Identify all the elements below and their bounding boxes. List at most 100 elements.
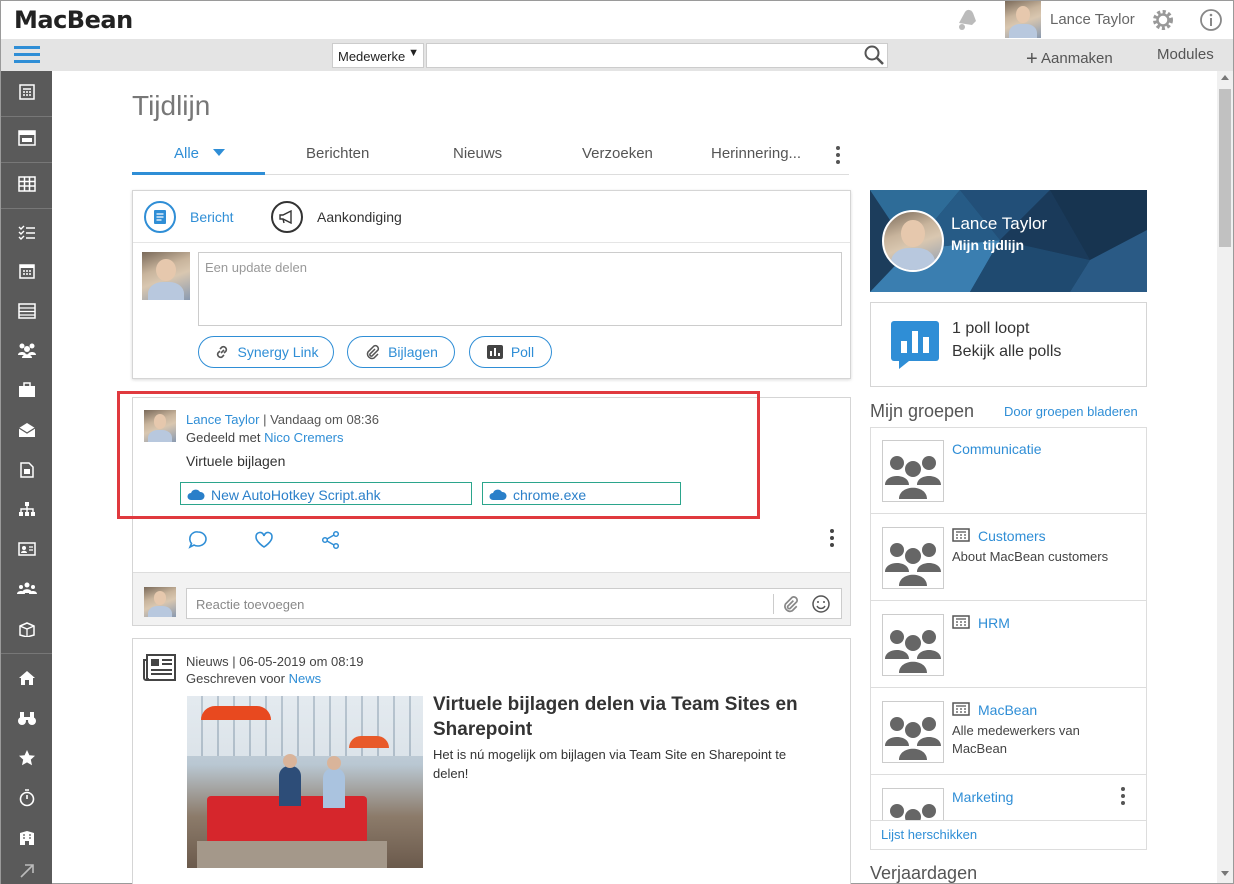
rail-list-icon[interactable]	[1, 294, 52, 328]
rail-tasks-icon[interactable]	[1, 215, 52, 249]
rail-grid-icon[interactable]	[1, 167, 52, 201]
group-item[interactable]: Customers About MacBean customers	[870, 514, 1147, 601]
rail-calendar-icon[interactable]	[1, 254, 52, 288]
profile-subtitle: Mijn tijdlijn	[951, 237, 1025, 253]
more-tabs-icon[interactable]	[836, 146, 842, 164]
synergy-link-label: Synergy Link	[237, 344, 319, 360]
group-name[interactable]: Communicatie	[952, 441, 1041, 457]
newspaper-icon	[143, 654, 176, 681]
rail-box-icon[interactable]	[1, 612, 52, 646]
highlight-box	[117, 391, 760, 519]
info-icon[interactable]	[1199, 8, 1223, 32]
scroll-down-arrow-icon[interactable]	[1221, 871, 1229, 876]
news-written-for: Geschreven voor News	[186, 671, 321, 686]
group-name[interactable]: MacBean	[978, 702, 1037, 718]
news-body: Het is nú mogelijk om bijlagen via Team …	[433, 747, 787, 781]
group-more-icon[interactable]	[1121, 787, 1127, 805]
modules-button[interactable]: Modules	[1157, 46, 1214, 63]
comment-area: Reactie toevoegen	[133, 572, 850, 625]
plus-icon: +	[1026, 48, 1038, 70]
app-logo[interactable]: MacBean	[14, 6, 133, 34]
notification-bell-icon[interactable]	[955, 9, 979, 31]
group-description: About MacBean customers	[952, 549, 1109, 564]
groups-reorder-bar: Lijst herschikken	[871, 820, 1146, 849]
tab-news[interactable]: Nieuws	[453, 145, 502, 162]
comment-avatar	[144, 587, 176, 617]
rail-dashboard-icon[interactable]	[1, 121, 52, 155]
reorder-groups-link[interactable]: Lijst herschikken	[881, 827, 977, 842]
tab-all[interactable]: Alle	[174, 145, 226, 162]
profile-banner[interactable]: Lance Taylor Mijn tijdlijn	[870, 190, 1147, 292]
share-icon[interactable]	[321, 530, 341, 550]
update-placeholder: Een update delen	[205, 260, 307, 275]
timeline-tabs: Alle Berichten Nieuws Verzoeken Herinner…	[132, 139, 849, 175]
news-meta: Nieuws | 06-05-2019 om 08:19	[186, 654, 364, 669]
rail-briefcase-icon[interactable]	[1, 373, 52, 407]
search-input[interactable]	[426, 43, 888, 68]
user-avatar[interactable]	[1005, 1, 1041, 38]
news-card: Nieuws | 06-05-2019 om 08:19 Geschreven …	[132, 638, 851, 884]
create-button[interactable]: + Aanmaken	[1026, 46, 1113, 70]
browse-groups-link[interactable]: Door groepen bladeren	[1004, 404, 1138, 419]
group-item[interactable]: Marketing	[870, 775, 1147, 820]
search-scope-value: Medewerke	[338, 49, 406, 64]
group-name[interactable]: Marketing	[952, 789, 1013, 805]
tab-reminders[interactable]: Herinnering...	[711, 145, 801, 162]
group-item[interactable]: MacBean Alle medewerkers van MacBean	[870, 688, 1147, 775]
rail-expand-arrow-icon[interactable]	[1, 854, 52, 884]
emoji-smiley-icon[interactable]	[811, 594, 831, 614]
rail-calculator-icon[interactable]	[1, 75, 52, 109]
left-rail	[1, 71, 52, 884]
rail-star-icon[interactable]	[1, 741, 52, 775]
rail-building-icon[interactable]	[1, 821, 52, 855]
polls-line2[interactable]: Bekijk alle polls	[952, 343, 1061, 361]
post-more-icon[interactable]	[830, 529, 836, 547]
update-textarea[interactable]: Een update delen	[198, 252, 842, 326]
group-description: Alle medewerkers van MacBean	[952, 723, 1080, 756]
comment-input[interactable]: Reactie toevoegen	[186, 588, 842, 619]
group-item[interactable]: HRM	[870, 601, 1147, 688]
polls-card[interactable]: 1 poll loopt Bekijk alle polls	[870, 302, 1147, 387]
news-written-for-link[interactable]: News	[289, 671, 322, 686]
rail-document-icon[interactable]	[1, 453, 52, 487]
user-name[interactable]: Lance Taylor	[1050, 11, 1135, 28]
gear-icon[interactable]	[1151, 8, 1175, 32]
rail-home-icon[interactable]	[1, 661, 52, 695]
group-name[interactable]: HRM	[978, 615, 1010, 631]
news-image[interactable]	[187, 696, 423, 868]
poll-button[interactable]: Poll	[469, 336, 552, 368]
group-calculator-icon	[952, 615, 970, 629]
comment-icon[interactable]	[188, 530, 208, 550]
rail-people-icon[interactable]	[1, 333, 52, 367]
tab-requests[interactable]: Verzoeken	[582, 145, 653, 162]
groups-title: Mijn groepen	[870, 401, 975, 421]
rail-binoculars-icon[interactable]	[1, 701, 52, 735]
rail-hierarchy-icon[interactable]	[1, 492, 52, 526]
poll-icon	[486, 345, 503, 359]
rail-timer-icon[interactable]	[1, 781, 52, 815]
rail-id-card-icon[interactable]	[1, 532, 52, 566]
comment-attach-paperclip-icon[interactable]	[781, 595, 799, 613]
scrollbar-thumb[interactable]	[1219, 89, 1231, 247]
hamburger-menu-icon[interactable]	[14, 46, 40, 64]
news-title[interactable]: Virtuele bijlagen delen via Team Sites e…	[433, 692, 823, 742]
group-item[interactable]: Communicatie	[870, 427, 1147, 514]
post-type-message[interactable]: Bericht	[144, 201, 234, 233]
group-calculator-icon	[952, 528, 970, 542]
rail-mail-icon[interactable]	[1, 413, 52, 447]
rail-team-icon[interactable]	[1, 572, 52, 606]
vertical-scrollbar[interactable]	[1217, 71, 1233, 883]
scroll-up-arrow-icon[interactable]	[1221, 75, 1229, 80]
synergy-link-button[interactable]: Synergy Link	[198, 336, 334, 368]
search-scope-select[interactable]: Medewerke ▼	[332, 43, 424, 68]
attachments-button[interactable]: Bijlagen	[347, 336, 455, 368]
poll-label: Poll	[510, 344, 535, 360]
group-name[interactable]: Customers	[978, 528, 1046, 544]
like-heart-icon[interactable]	[254, 531, 274, 549]
composer-divider	[133, 242, 850, 243]
tab-messages[interactable]: Berichten	[306, 145, 369, 162]
search-icon[interactable]	[863, 44, 885, 66]
composer-avatar	[142, 252, 190, 300]
post-type-announcement[interactable]: Aankondiging	[271, 201, 402, 233]
chevron-down-icon	[213, 149, 226, 156]
